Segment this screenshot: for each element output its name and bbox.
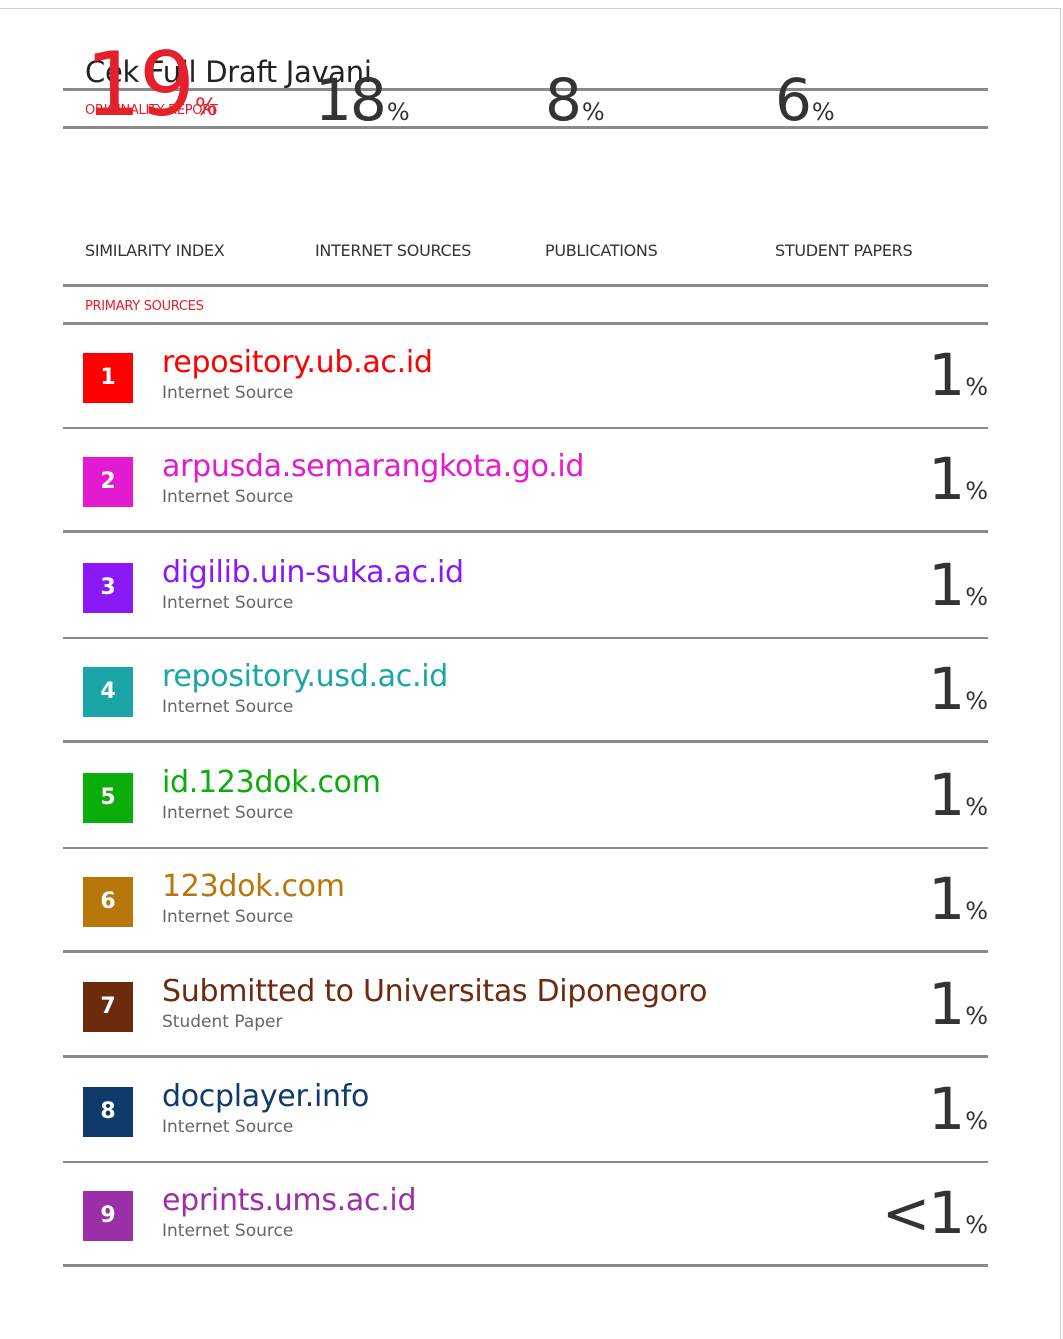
- stat-label: SIMILARITY INDEX: [85, 241, 225, 260]
- source-name-link[interactable]: Submitted to Universitas Diponegoro: [162, 974, 708, 1009]
- source-percent-sign: %: [965, 793, 988, 821]
- row-divider: [63, 1264, 988, 1267]
- stat-label: INTERNET SOURCES: [315, 241, 472, 260]
- source-name-link[interactable]: repository.ub.ac.id: [162, 345, 433, 380]
- stat-number: 19: [85, 33, 195, 136]
- report-page: Cek Full Draft Javani ORIGINALITY REPORT…: [0, 8, 1061, 1339]
- source-percent-value: <1: [881, 1179, 965, 1247]
- source-row-5[interactable]: 5 id.123dok.com Internet Source 1%: [63, 745, 988, 849]
- source-rank-badge: 9: [83, 1191, 133, 1241]
- source-rank-badge: 2: [83, 457, 133, 507]
- source-percent-value: 1: [928, 341, 965, 409]
- source-percent-value: 1: [928, 655, 965, 723]
- source-rank-badge: 7: [83, 982, 133, 1032]
- source-type: Internet Source: [162, 907, 294, 927]
- source-percent-sign: %: [965, 897, 988, 925]
- source-row-2[interactable]: 2 arpusda.semarangkota.go.id Internet So…: [63, 429, 988, 533]
- source-rank-badge: 5: [83, 773, 133, 823]
- source-row-3[interactable]: 3 digilib.uin-suka.ac.id Internet Source…: [63, 535, 988, 639]
- source-percent-sign: %: [965, 1002, 988, 1030]
- source-percent: 1%: [928, 761, 988, 829]
- source-rank-badge: 6: [83, 877, 133, 927]
- source-percent-value: 1: [928, 445, 965, 513]
- source-percent-sign: %: [965, 1107, 988, 1135]
- source-rank-badge: 1: [83, 353, 133, 403]
- source-percent-value: 1: [928, 761, 965, 829]
- stat-number: 6: [775, 66, 812, 134]
- stat-value: 6%: [775, 71, 835, 129]
- source-name-link[interactable]: digilib.uin-suka.ac.id: [162, 555, 464, 590]
- primary-sources-label: PRIMARY SOURCES: [85, 299, 204, 314]
- source-type: Internet Source: [162, 383, 294, 403]
- row-divider: [63, 1055, 988, 1058]
- source-percent: <1%: [882, 1179, 988, 1247]
- source-name-link[interactable]: repository.usd.ac.id: [162, 659, 448, 694]
- source-type: Internet Source: [162, 1221, 294, 1241]
- stat-percent-sign: %: [194, 93, 218, 121]
- source-percent-sign: %: [965, 687, 988, 715]
- source-percent: 1%: [928, 1075, 988, 1143]
- source-percent-value: 1: [928, 970, 965, 1038]
- source-type: Internet Source: [162, 803, 294, 823]
- stat-number: 18: [315, 66, 387, 134]
- source-rank-badge: 8: [83, 1087, 133, 1137]
- stat-value: 8%: [545, 71, 605, 129]
- stat-value: 19%: [85, 41, 218, 129]
- row-divider: [63, 530, 988, 533]
- row-divider: [63, 950, 988, 953]
- source-row-7[interactable]: 7 Submitted to Universitas Diponegoro St…: [63, 954, 988, 1058]
- source-percent-value: 1: [928, 1075, 965, 1143]
- row-divider: [63, 740, 988, 743]
- stat-percent-sign: %: [811, 98, 835, 126]
- stat-number: 8: [545, 66, 582, 134]
- source-percent-value: 1: [928, 551, 965, 619]
- source-row-4[interactable]: 4 repository.usd.ac.id Internet Source 1…: [63, 639, 988, 743]
- source-name-link[interactable]: 123dok.com: [162, 869, 345, 904]
- source-percent: 1%: [928, 341, 988, 409]
- source-percent: 1%: [928, 970, 988, 1038]
- source-percent: 1%: [928, 551, 988, 619]
- source-rank-badge: 3: [83, 563, 133, 613]
- source-row-8[interactable]: 8 docplayer.info Internet Source 1%: [63, 1059, 988, 1163]
- source-percent: 1%: [928, 655, 988, 723]
- source-type: Internet Source: [162, 697, 294, 717]
- source-percent-sign: %: [965, 583, 988, 611]
- source-percent: 1%: [928, 445, 988, 513]
- source-name-link[interactable]: docplayer.info: [162, 1079, 369, 1114]
- source-row-1[interactable]: 1 repository.ub.ac.id Internet Source 1%: [63, 325, 988, 429]
- source-percent-sign: %: [965, 1211, 988, 1239]
- source-name-link[interactable]: id.123dok.com: [162, 765, 381, 800]
- source-row-6[interactable]: 6 123dok.com Internet Source 1%: [63, 849, 988, 953]
- stats-divider: [63, 284, 988, 287]
- source-row-9[interactable]: 9 eprints.ums.ac.id Internet Source <1%: [63, 1163, 988, 1267]
- stat-percent-sign: %: [581, 98, 605, 126]
- source-type: Internet Source: [162, 487, 294, 507]
- source-type: Student Paper: [162, 1012, 283, 1032]
- source-name-link[interactable]: arpusda.semarangkota.go.id: [162, 449, 584, 484]
- stat-label: STUDENT PAPERS: [775, 241, 913, 260]
- source-type: Internet Source: [162, 593, 294, 613]
- source-percent-sign: %: [965, 477, 988, 505]
- source-percent-value: 1: [928, 865, 965, 933]
- source-rank-badge: 4: [83, 667, 133, 717]
- source-type: Internet Source: [162, 1117, 294, 1137]
- stat-label: PUBLICATIONS: [545, 241, 658, 260]
- source-percent-sign: %: [965, 373, 988, 401]
- source-name-link[interactable]: eprints.ums.ac.id: [162, 1183, 417, 1218]
- stat-percent-sign: %: [386, 98, 410, 126]
- stat-value: 18%: [315, 71, 410, 129]
- source-percent: 1%: [928, 865, 988, 933]
